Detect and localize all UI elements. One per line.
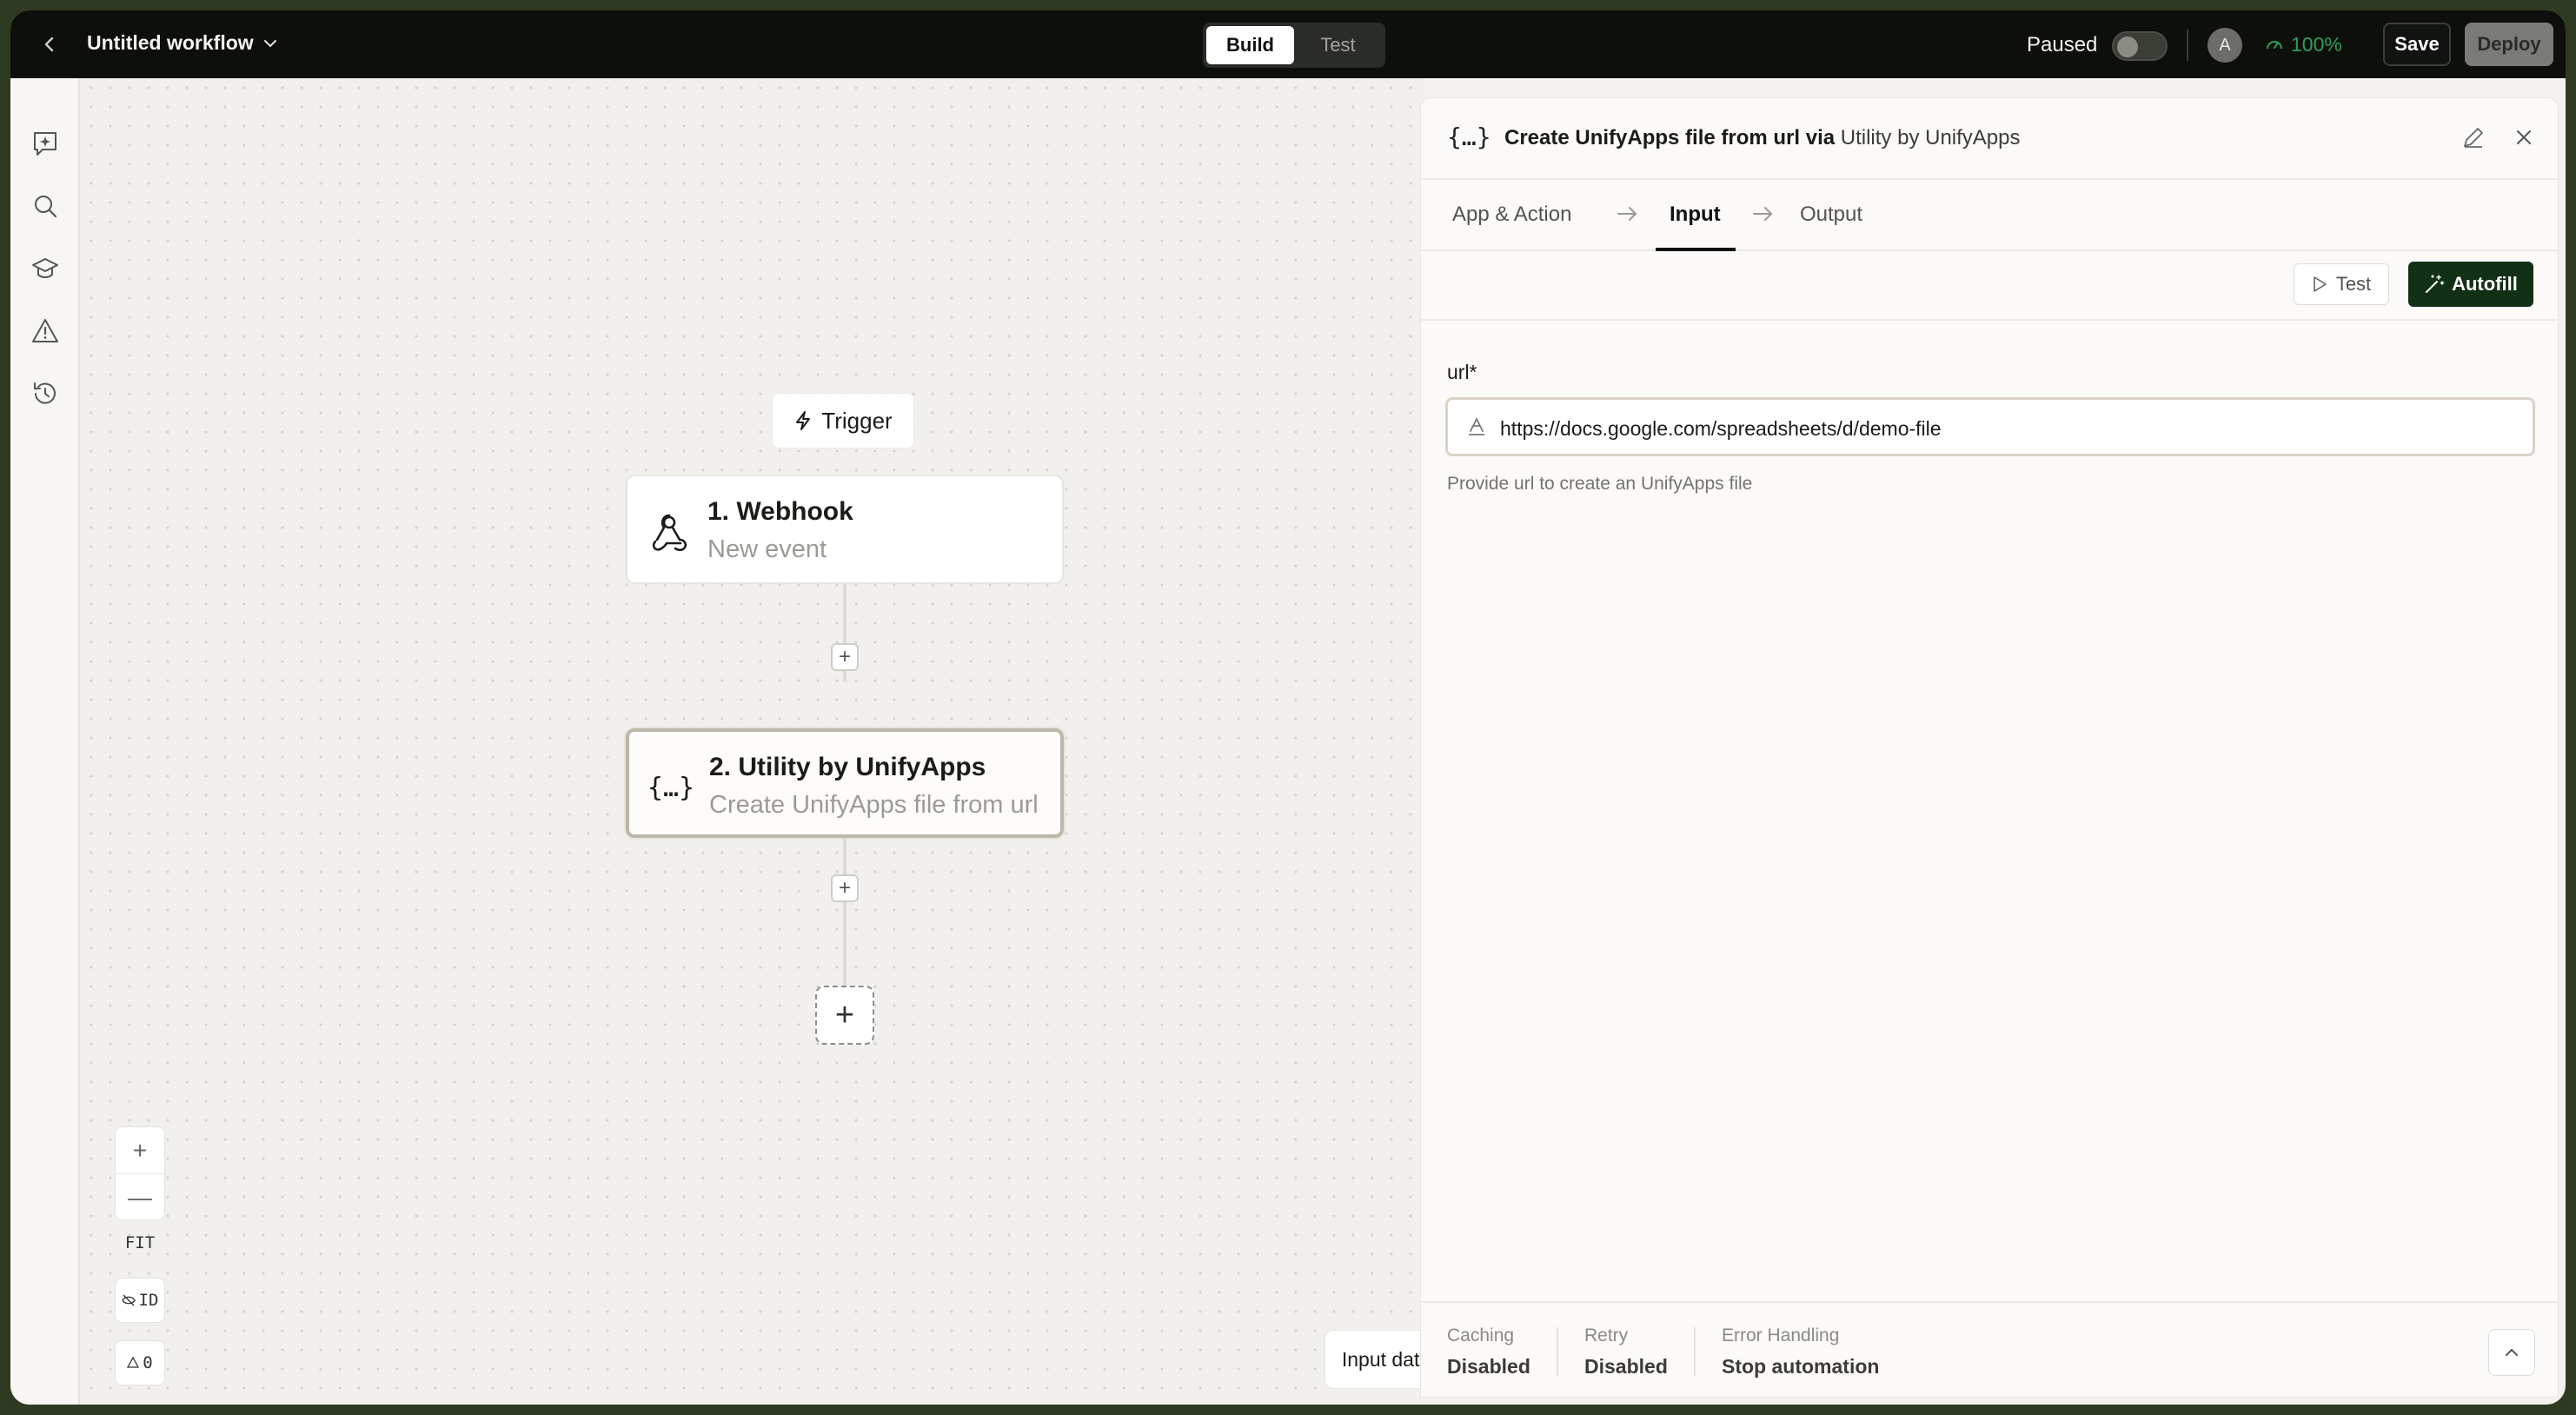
left-sidebar <box>10 78 80 1405</box>
setting-value: Stop automation <box>1722 1355 1880 1378</box>
toggle-knob <box>2117 37 2138 57</box>
url-input-value: https://docs.google.com/spreadsheets/d/d… <box>1500 417 1942 440</box>
learn-icon[interactable] <box>29 252 62 285</box>
error-handling-setting[interactable]: Error Handling Stop automation <box>1722 1325 1879 1378</box>
node-subtitle: Create UnifyApps file from url <box>709 791 1039 819</box>
workflow-title: Untitled workflow <box>87 31 254 54</box>
id-toggle-button[interactable]: ID <box>115 1278 165 1323</box>
url-field-help: Provide url to create an UnifyApps file <box>1447 474 1753 494</box>
play-icon <box>2314 276 2327 292</box>
panel-footer: Caching Disabled Retry Disabled Error Ha… <box>1421 1301 2558 1398</box>
utility-node[interactable]: {…} 2. Utility by UnifyApps Create Unify… <box>626 728 1064 838</box>
braces-icon: {…} <box>647 772 695 803</box>
tab-input[interactable]: Input <box>1670 203 1721 227</box>
arrow-right-icon <box>1617 207 1637 221</box>
caching-setting[interactable]: Caching Disabled <box>1447 1325 1530 1378</box>
braces-icon: {…} <box>1447 123 1491 151</box>
setting-key: Retry <box>1584 1325 1629 1345</box>
panel-title-app: Utility by UnifyApps <box>1840 126 2021 149</box>
chevron-up-icon <box>2506 1348 2518 1356</box>
webhook-icon <box>645 508 694 556</box>
setting-value: Disabled <box>1584 1355 1668 1378</box>
close-icon[interactable] <box>2511 124 2537 155</box>
test-label: Test <box>2335 273 2372 295</box>
warning-icon <box>127 1357 140 1368</box>
divider <box>1557 1327 1558 1376</box>
input-data-label: Input data <box>1341 1347 1431 1371</box>
avatar[interactable]: A <box>2208 28 2242 63</box>
health-value: 100% <box>2291 33 2342 56</box>
webhook-node[interactable]: 1. Webhook New event <box>626 475 1064 584</box>
chevron-left-icon <box>44 37 54 52</box>
divider <box>2187 30 2188 61</box>
id-label: ID <box>138 1291 159 1310</box>
status-label: Paused <box>2027 33 2098 56</box>
setting-key: Caching <box>1447 1325 1515 1345</box>
history-icon[interactable] <box>29 377 62 410</box>
tab-output[interactable]: Output <box>1800 203 1862 227</box>
add-step-button[interactable]: + <box>831 643 859 671</box>
autofill-button[interactable]: Autofill <box>2408 262 2533 307</box>
panel-title-action: Create UnifyApps file from url via <box>1504 126 1841 149</box>
retry-setting[interactable]: Retry Disabled <box>1584 1325 1668 1378</box>
ai-assistant-icon[interactable] <box>29 127 62 160</box>
panel-toolbar: Test Autofill <box>1421 251 2558 321</box>
zoom-out-button[interactable]: — <box>116 1174 164 1221</box>
text-type-icon <box>1467 415 1486 442</box>
chevron-down-icon <box>263 39 276 47</box>
warnings-count: 0 <box>143 1353 153 1372</box>
zoom-in-button[interactable]: + <box>116 1127 164 1174</box>
mode-switch: Build Test <box>1203 23 1385 68</box>
zoom-controls: + — <box>115 1126 165 1220</box>
magic-wand-icon <box>2426 275 2445 293</box>
top-bar: Untitled workflow Build Test Paused A 10… <box>10 10 2566 78</box>
gauge-icon <box>2267 40 2282 49</box>
tab-app-action[interactable]: App & Action <box>1452 203 1571 227</box>
health-indicator[interactable]: 100% <box>2265 33 2342 56</box>
search-icon[interactable] <box>29 189 62 223</box>
warnings-button[interactable]: 0 <box>115 1340 165 1385</box>
url-field-label: url* <box>1447 361 1477 383</box>
warning-icon[interactable] <box>29 315 62 348</box>
expand-settings-button[interactable] <box>2488 1329 2535 1376</box>
arrow-right-icon <box>1753 207 1773 221</box>
connector-line <box>843 838 846 986</box>
node-subtitle: New event <box>707 535 827 563</box>
deploy-button[interactable]: Deploy <box>2465 23 2553 66</box>
workflow-canvas[interactable]: Trigger 1. Webhook New event + {…} 2. Ut… <box>82 78 1483 1405</box>
test-step-button[interactable]: Test <box>2294 263 2389 305</box>
back-button[interactable] <box>35 30 64 59</box>
autofill-label: Autofill <box>2452 273 2518 295</box>
add-step-button[interactable]: + <box>831 874 859 902</box>
url-input[interactable]: https://docs.google.com/spreadsheets/d/d… <box>1445 397 2535 456</box>
trigger-text: Trigger <box>821 407 893 434</box>
eye-off-icon <box>121 1294 136 1306</box>
app-window: Untitled workflow Build Test Paused A 10… <box>10 10 2566 1405</box>
add-final-step-button[interactable]: + <box>815 986 874 1045</box>
test-mode-button[interactable]: Test <box>1294 26 1382 64</box>
lightning-icon <box>796 411 811 430</box>
fit-button[interactable]: FIT <box>115 1220 165 1266</box>
panel-header: {…} Create UnifyApps file from url via U… <box>1421 98 2558 180</box>
setting-value: Disabled <box>1447 1355 1530 1378</box>
step-config-panel: {…} Create UnifyApps file from url via U… <box>1420 97 2559 1398</box>
panel-title: Create UnifyApps file from url via Utili… <box>1504 126 2021 150</box>
trigger-label[interactable]: Trigger <box>772 393 914 448</box>
workflow-title-dropdown[interactable]: Untitled workflow <box>87 31 278 55</box>
divider <box>1694 1327 1696 1376</box>
save-button[interactable]: Save <box>2383 23 2451 66</box>
edit-icon[interactable] <box>2460 124 2486 155</box>
build-mode-button[interactable]: Build <box>1206 26 1294 64</box>
node-title: 2. Utility by UnifyApps <box>709 753 986 781</box>
node-title: 1. Webhook <box>707 497 853 526</box>
setting-key: Error Handling <box>1722 1325 1840 1345</box>
panel-tabs: App & Action Input Output <box>1421 180 2558 251</box>
pause-toggle[interactable] <box>2112 31 2168 61</box>
